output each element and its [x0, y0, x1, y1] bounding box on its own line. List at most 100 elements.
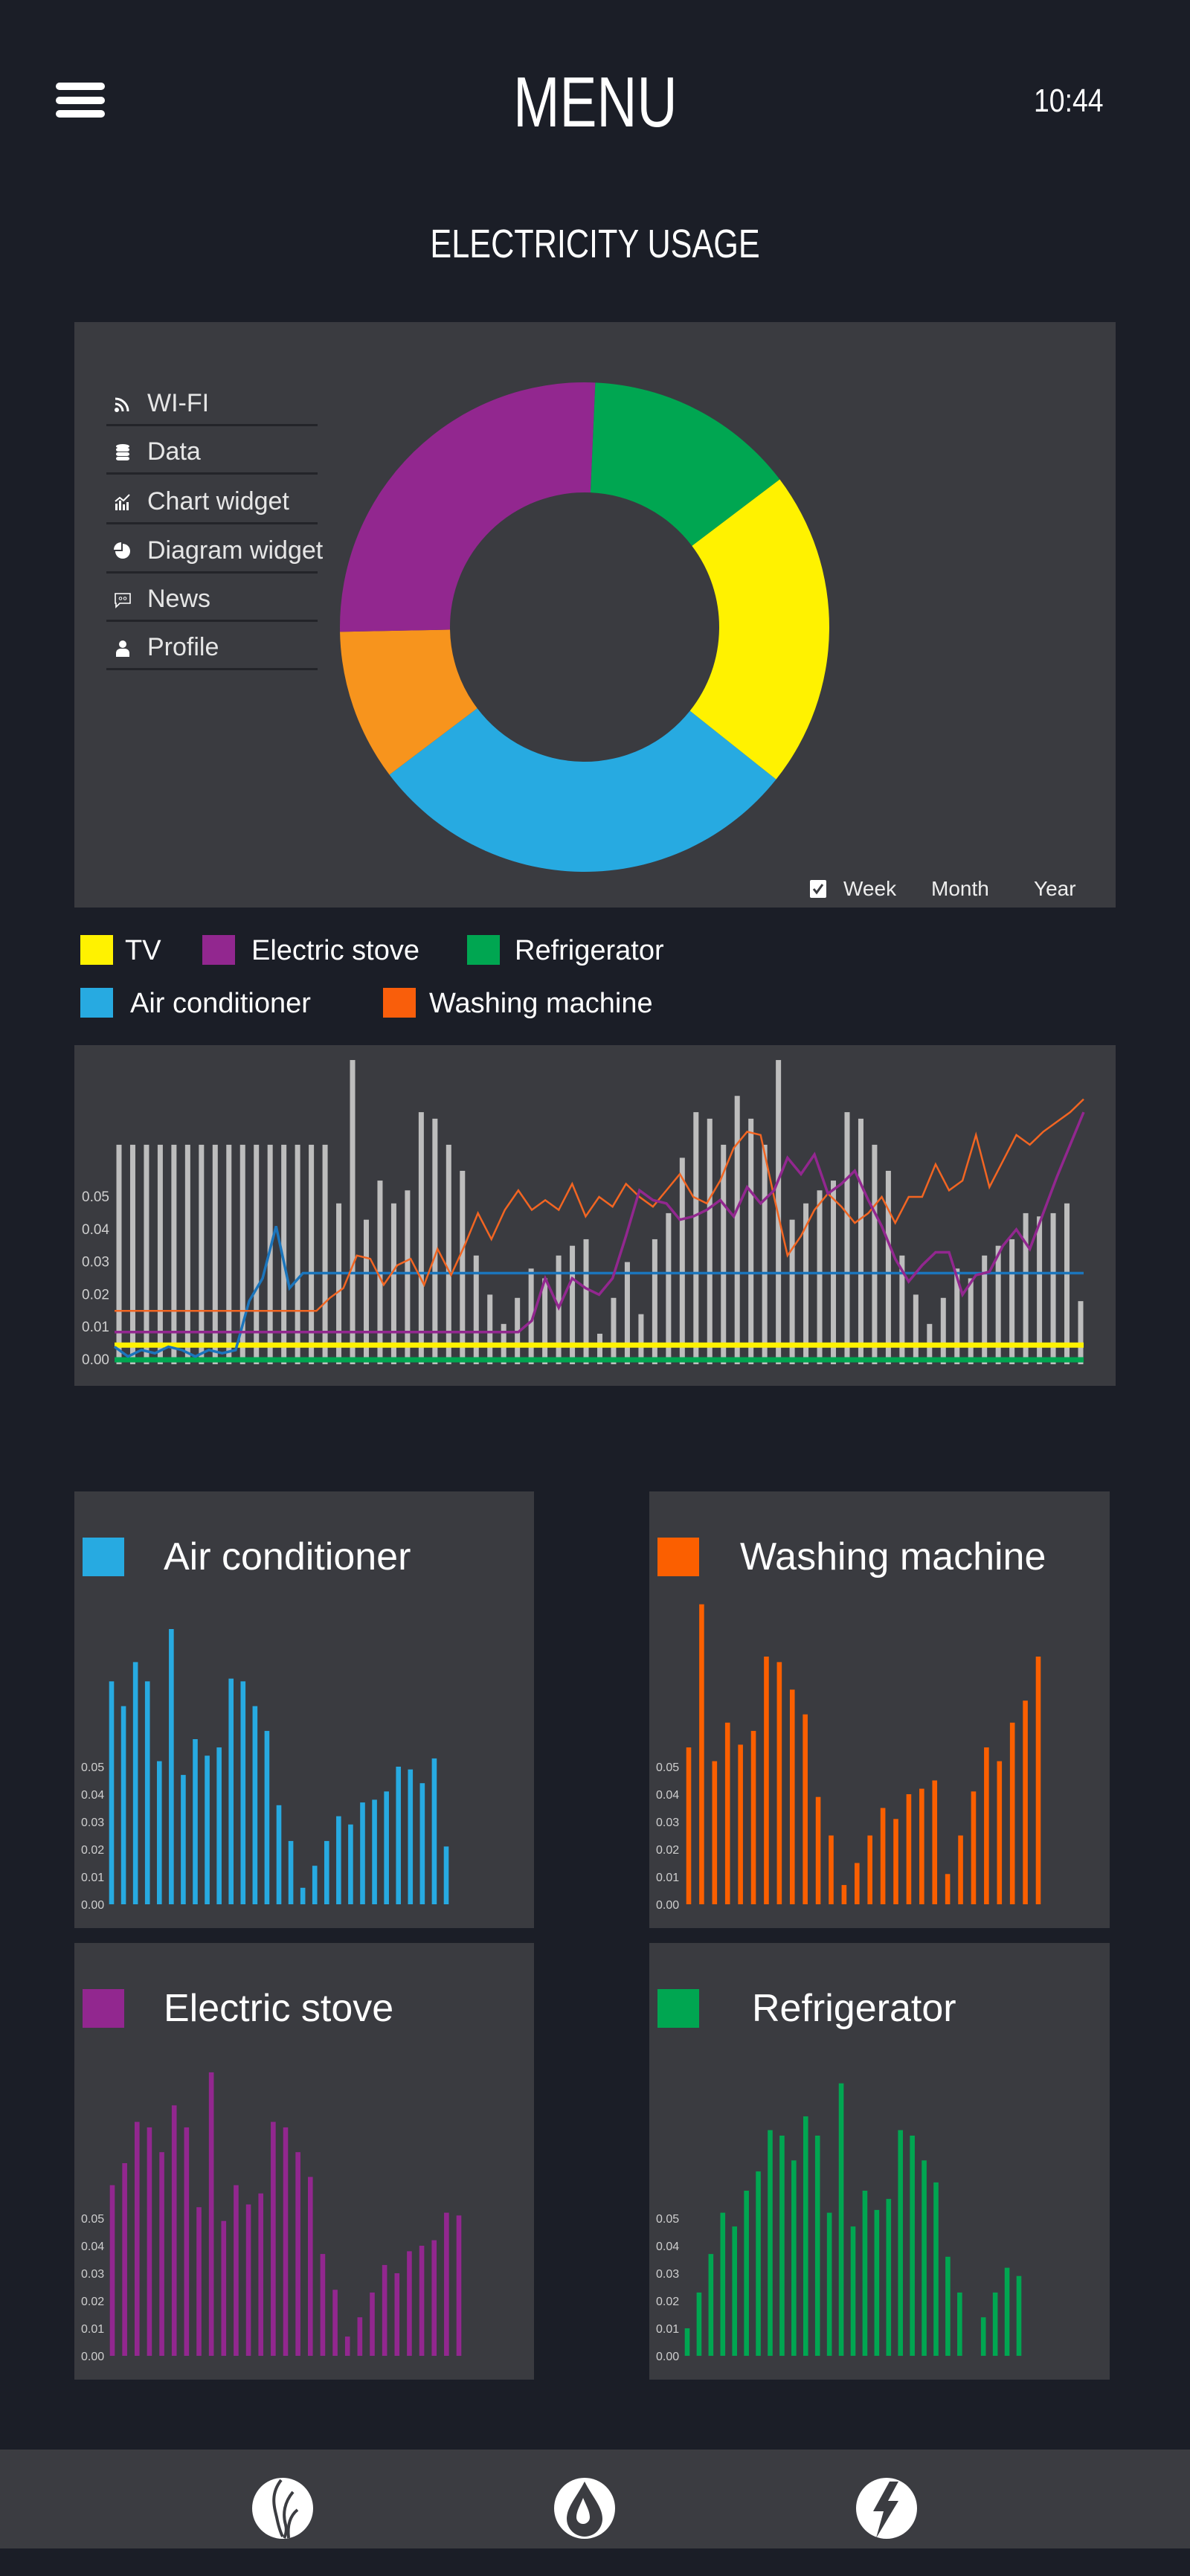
bar — [732, 2226, 738, 2356]
week-checkbox[interactable] — [810, 880, 826, 898]
y-tick-label: 0.00 — [81, 1899, 104, 1912]
bar — [159, 2152, 164, 2356]
bar — [384, 1791, 389, 1904]
bar — [738, 1744, 743, 1904]
y-tick-label: 0.00 — [656, 1899, 679, 1912]
y-tick-label: 0.01 — [656, 1872, 679, 1884]
washing-machine-chart-panel: Washing machine 0.00 0.01 0.02 0.03 0.04 0.05 — [649, 1491, 1110, 1928]
bar — [205, 1756, 210, 1904]
bar — [208, 2072, 214, 2356]
y-tick-label: 0.04 — [82, 1222, 109, 1238]
background-bar — [844, 1112, 850, 1364]
bar — [776, 1662, 782, 1904]
air-conditioner-chart-panel: Air conditioner 0.00 0.01 0.02 0.03 0.04 0.05 — [74, 1491, 534, 1928]
y-tick-label: 0.01 — [82, 1320, 109, 1335]
section-title: ELECTRICITY USAGE — [0, 222, 1190, 266]
water-nav-button[interactable] — [553, 2477, 616, 2540]
bar — [984, 1747, 989, 1904]
electric-stove-chart-panel: Electric stove 0.00 0.01 0.02 0.03 0.04 0.05 — [74, 1943, 534, 2380]
bar — [456, 2215, 462, 2356]
background-bar — [913, 1294, 919, 1364]
legend-label: Electric stove — [251, 935, 419, 966]
bar — [708, 2254, 714, 2356]
background-bar — [418, 1112, 424, 1364]
bar — [132, 1662, 138, 1904]
y-tick-label: 0.01 — [656, 2323, 679, 2336]
background-bar — [487, 1294, 493, 1364]
background-bar — [968, 1278, 974, 1364]
bar — [252, 1706, 258, 1904]
bar — [992, 2292, 998, 2356]
electricity-nav-button[interactable] — [855, 2477, 918, 2540]
bar — [240, 1681, 246, 1904]
gas-nav-button[interactable] — [251, 2477, 314, 2540]
background-bar — [1078, 1301, 1084, 1364]
period-week[interactable]: Week — [843, 877, 896, 901]
bar — [932, 1780, 938, 1904]
bar — [699, 1604, 704, 1904]
bar — [396, 1767, 402, 1904]
legend-label: Air conditioner — [130, 988, 311, 1019]
background-bar — [885, 1170, 891, 1364]
bar — [886, 2199, 892, 2356]
bar — [945, 1874, 951, 1904]
background-bar — [390, 1203, 396, 1364]
bar — [307, 2177, 313, 2356]
bar — [712, 1761, 718, 1904]
refrigerator-chart-panel: Refrigerator 0.00 0.01 0.02 0.03 0.04 0.05 — [649, 1943, 1110, 2380]
bar — [874, 2209, 880, 2356]
y-tick-label: 0.04 — [656, 2241, 679, 2253]
period-month[interactable]: Month — [931, 877, 989, 901]
bar — [300, 1887, 306, 1904]
bar — [971, 1791, 977, 1904]
bar — [893, 1819, 898, 1904]
page-title: MENU — [0, 65, 1190, 140]
usage-line-chart: 0.00 0.01 0.02 0.03 0.04 0.05 — [82, 1060, 1085, 1368]
bar — [444, 2212, 449, 2356]
section-title-text: ELECTRICITY USAGE — [430, 222, 760, 266]
y-tick-label: 0.05 — [656, 1761, 679, 1774]
bar — [312, 1866, 318, 1904]
bar — [258, 2193, 264, 2356]
bar — [332, 2290, 338, 2356]
bar — [791, 2160, 797, 2356]
bar — [419, 2246, 425, 2356]
bar — [264, 1730, 270, 1904]
y-tick-label: 0.01 — [81, 2323, 104, 2336]
bar — [357, 2317, 363, 2356]
electric-stove-bar-chart: 0.00 0.01 0.02 0.03 0.04 0.05 — [81, 2072, 462, 2363]
bar — [169, 1629, 174, 1904]
bar — [933, 2182, 939, 2356]
legend-swatch — [202, 935, 235, 965]
bar — [196, 2207, 202, 2356]
bar — [431, 1758, 437, 1904]
bar — [862, 2191, 868, 2356]
bar — [348, 1824, 353, 1904]
donut-chart — [340, 382, 829, 873]
bar — [1016, 2275, 1022, 2356]
electricity-bolt-icon — [856, 2478, 917, 2539]
donut-slice — [340, 382, 596, 632]
y-tick-label: 0.05 — [656, 2213, 679, 2226]
bar — [906, 1794, 912, 1904]
y-tick-label: 0.03 — [656, 1817, 679, 1829]
bar — [276, 1805, 282, 1904]
bar — [815, 1796, 821, 1904]
bar — [910, 2136, 915, 2356]
y-tick-label: 0.02 — [82, 1287, 109, 1303]
y-tick-label: 0.03 — [81, 1817, 104, 1829]
background-bar — [858, 1118, 863, 1364]
background-bar — [1064, 1203, 1070, 1364]
bar — [283, 2127, 289, 2356]
y-tick-label: 0.05 — [82, 1189, 109, 1205]
legend-swatch — [80, 988, 113, 1018]
period-year[interactable]: Year — [1034, 877, 1076, 901]
y-tick-label: 0.02 — [656, 2296, 679, 2308]
y-tick-label: 0.05 — [81, 1761, 104, 1774]
bar — [216, 1747, 222, 1904]
bar — [1009, 1722, 1015, 1904]
bar — [382, 2264, 387, 2356]
bar — [109, 2185, 115, 2356]
bottom-navigation — [0, 2450, 1190, 2548]
background-bar — [666, 1212, 672, 1364]
